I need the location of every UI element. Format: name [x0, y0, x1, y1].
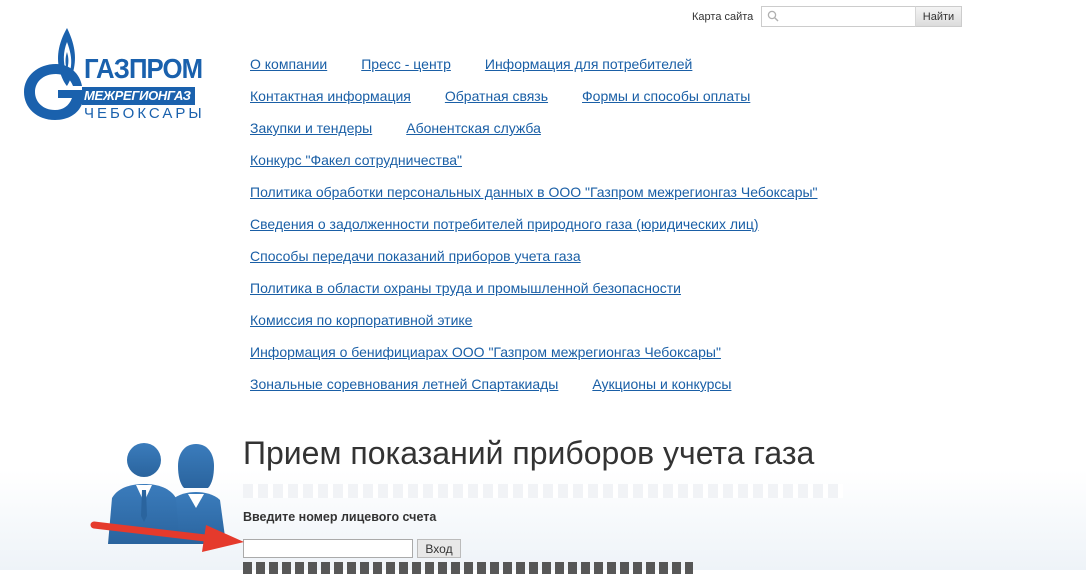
red-arrow-icon — [90, 521, 244, 552]
nav-link[interactable]: Контактная информация — [250, 87, 411, 105]
nav-link[interactable]: Абонентская служба — [406, 119, 541, 137]
nav-link[interactable]: Аукционы и конкурсы — [592, 375, 731, 393]
search-input[interactable] — [782, 8, 912, 25]
nav-link[interactable]: Формы и способы оплаты — [582, 87, 750, 105]
nav-link[interactable]: Информация о бенифициарах ООО "Газпром м… — [250, 343, 721, 361]
nav-row: О компании Пресс - центр Информация для по… — [250, 55, 1050, 87]
main-navigation: О компании Пресс - центр Информация для по… — [250, 55, 1050, 407]
nav-link[interactable]: Комиссия по корпоративной этике — [250, 311, 472, 329]
logo-text-gazprom: ГАЗПРОМ — [84, 53, 203, 84]
nav-row: Информация о бенифициарах ООО "Газпром м… — [250, 343, 1050, 375]
search-button[interactable]: Найти — [915, 6, 962, 27]
nav-link[interactable]: Пресс - центр — [361, 55, 451, 73]
nav-row: Способы передачи показаний приборов учет… — [250, 247, 1050, 279]
search-icon — [767, 10, 779, 22]
nav-link[interactable]: Зональные соревнования летней Спартакиад… — [250, 375, 558, 393]
nav-row: Контактная информация Обратная связь Формы… — [250, 87, 1050, 119]
nav-row: Закупки и тендеры Абонентская служба — [250, 119, 1050, 151]
nav-row: Конкурс "Факел сотрудничества" — [250, 151, 1050, 183]
nav-link[interactable]: Политика обработки персональных данных в… — [250, 183, 818, 201]
nav-link[interactable]: Способы передачи показаний приборов учет… — [250, 247, 581, 265]
logo-text-cheboksary: ЧЕБОКСАРЫ — [84, 105, 205, 122]
account-number-label: Введите номер лицевого счета — [243, 510, 437, 524]
nav-link[interactable]: Сведения о задолженности потребителей пр… — [250, 215, 759, 233]
nav-row: Политика в области охраны труда и промыш… — [250, 279, 1050, 311]
logo-text-mezhregiongaz: МЕЖРЕГИОНГАЗ — [82, 87, 195, 105]
nav-link[interactable]: Обратная связь — [445, 87, 548, 105]
nav-row: Комиссия по корпоративной этике — [250, 311, 1050, 343]
nav-link[interactable]: Конкурс "Факел сотрудничества" — [250, 151, 462, 169]
account-number-input[interactable] — [243, 539, 413, 558]
title-decoration — [243, 484, 843, 498]
nav-link[interactable]: Информация для потребителей — [485, 55, 693, 73]
nav-link[interactable]: О компании — [250, 55, 327, 73]
nav-link[interactable]: Закупки и тендеры — [250, 119, 372, 137]
nav-row: Сведения о задолженности потребителей пр… — [250, 215, 1050, 247]
gazprom-logo[interactable]: ГАЗПРОМ МЕЖРЕГИОНГАЗ ЧЕБОКСАРЫ — [22, 28, 203, 124]
sitemap-link[interactable]: Карта сайта — [692, 11, 753, 23]
login-button[interactable]: Вход — [417, 539, 461, 558]
nav-link[interactable]: Политика в области охраны труда и промыш… — [250, 279, 681, 297]
nav-row: Зональные соревнования летней Спартакиад… — [250, 375, 1050, 407]
page-title: Прием показаний приборов учета газа — [243, 435, 815, 471]
nav-row: Политика обработки персональных данных в… — [250, 183, 1050, 215]
truncated-text-line — [243, 562, 693, 574]
gazprom-emblem-icon — [24, 28, 82, 120]
